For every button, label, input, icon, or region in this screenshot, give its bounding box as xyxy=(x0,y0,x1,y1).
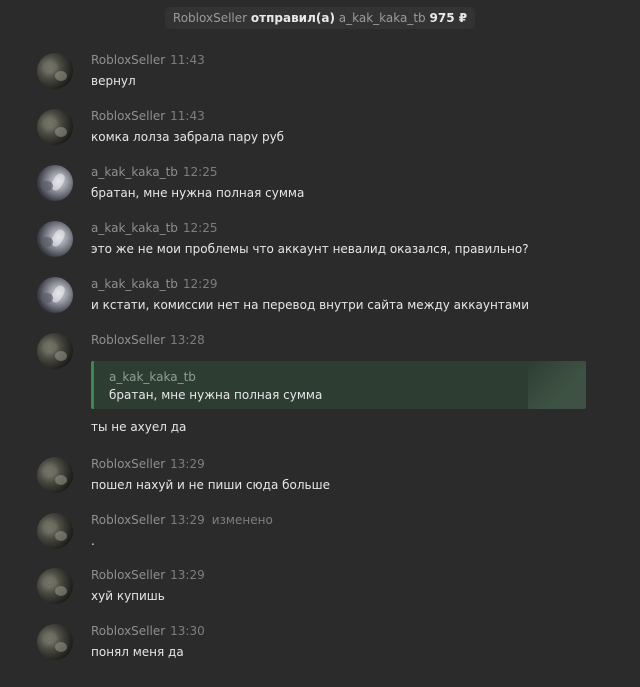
avatar[interactable] xyxy=(37,221,73,257)
message-header: RobloxSeller 13:28 xyxy=(91,333,205,347)
author-name[interactable]: RobloxSeller xyxy=(91,333,165,347)
banner-amount: 975 ₽ xyxy=(429,11,468,25)
author-name[interactable]: a_kak_kaka_tb xyxy=(91,221,178,235)
message-text: и кстати, комиссии нет на перевод внутри… xyxy=(91,298,530,312)
avatar[interactable] xyxy=(37,165,73,201)
author-name[interactable]: RobloxSeller xyxy=(91,624,165,638)
author-name[interactable]: a_kak_kaka_tb xyxy=(91,277,178,291)
message-header: a_kak_kaka_tb 12:29 xyxy=(91,277,218,291)
avatar[interactable] xyxy=(37,624,73,660)
avatar[interactable] xyxy=(37,333,73,369)
message-time: 12:29 xyxy=(182,277,218,291)
message-time: 13:28 xyxy=(170,333,205,347)
message-text: это же не мои проблемы что аккаунт невал… xyxy=(91,242,529,256)
author-name[interactable]: a_kak_kaka_tb xyxy=(91,165,178,179)
author-name[interactable]: RobloxSeller xyxy=(91,568,165,582)
message-time: 11:43 xyxy=(170,109,205,123)
message-header: RobloxSeller 13:29 xyxy=(91,457,205,471)
author-name[interactable]: RobloxSeller xyxy=(91,513,165,527)
message-header: RobloxSeller 11:43 xyxy=(91,109,205,123)
message-header: RobloxSeller 13:29 изменено xyxy=(91,513,273,527)
message-time: 13:29 xyxy=(170,457,205,471)
message-header: a_kak_kaka_tb 12:25 xyxy=(91,221,218,235)
message-text: комка лолза забрала пару руб xyxy=(91,130,285,144)
payment-banner: RobloxSeller отправил(а) a_kak_kaka_tb 9… xyxy=(0,0,640,36)
message-header: RobloxSeller 11:43 xyxy=(91,53,205,67)
edited-label: изменено xyxy=(211,513,273,527)
message-text: понял меня да xyxy=(91,645,184,659)
author-name[interactable]: RobloxSeller xyxy=(91,53,165,67)
message-text: . xyxy=(91,534,95,548)
quote-author: a_kak_kaka_tb xyxy=(109,370,196,384)
message-time: 13:30 xyxy=(170,624,205,638)
quote-text: братан, мне нужна полная сумма xyxy=(109,388,323,402)
message-time: 11:43 xyxy=(170,53,205,67)
message-text: братан, мне нужна полная сумма xyxy=(91,186,305,200)
banner-seller-name[interactable]: RobloxSeller xyxy=(173,11,247,25)
message-time: 13:29 xyxy=(170,513,205,527)
message-text: хуй купишь xyxy=(91,589,165,603)
message-time: 12:25 xyxy=(182,165,218,179)
author-name[interactable]: RobloxSeller xyxy=(91,109,165,123)
message-header: RobloxSeller 13:29 xyxy=(91,568,205,582)
message-text: ты не ахуел да xyxy=(91,420,187,434)
message-text: вернул xyxy=(91,74,136,88)
avatar[interactable] xyxy=(37,568,73,604)
payment-notice: RobloxSeller отправил(а) a_kak_kaka_tb 9… xyxy=(164,7,476,29)
reply-quote[interactable]: a_kak_kaka_tb братан, мне нужна полная с… xyxy=(91,361,586,409)
avatar[interactable] xyxy=(37,109,73,145)
message-time: 12:25 xyxy=(182,221,218,235)
quote-thumbnail xyxy=(528,361,586,409)
banner-buyer-name[interactable]: a_kak_kaka_tb xyxy=(339,11,426,25)
message-header: RobloxSeller 13:30 xyxy=(91,624,205,638)
banner-action: отправил(а) xyxy=(250,11,335,25)
avatar[interactable] xyxy=(37,513,73,549)
author-name[interactable]: RobloxSeller xyxy=(91,457,165,471)
message-text: пошел нахуй и не пиши сюда больше xyxy=(91,478,330,492)
avatar[interactable] xyxy=(37,457,73,493)
avatar[interactable] xyxy=(37,53,73,89)
message-header: a_kak_kaka_tb 12:25 xyxy=(91,165,218,179)
message-time: 13:29 xyxy=(170,568,205,582)
avatar[interactable] xyxy=(37,277,73,313)
